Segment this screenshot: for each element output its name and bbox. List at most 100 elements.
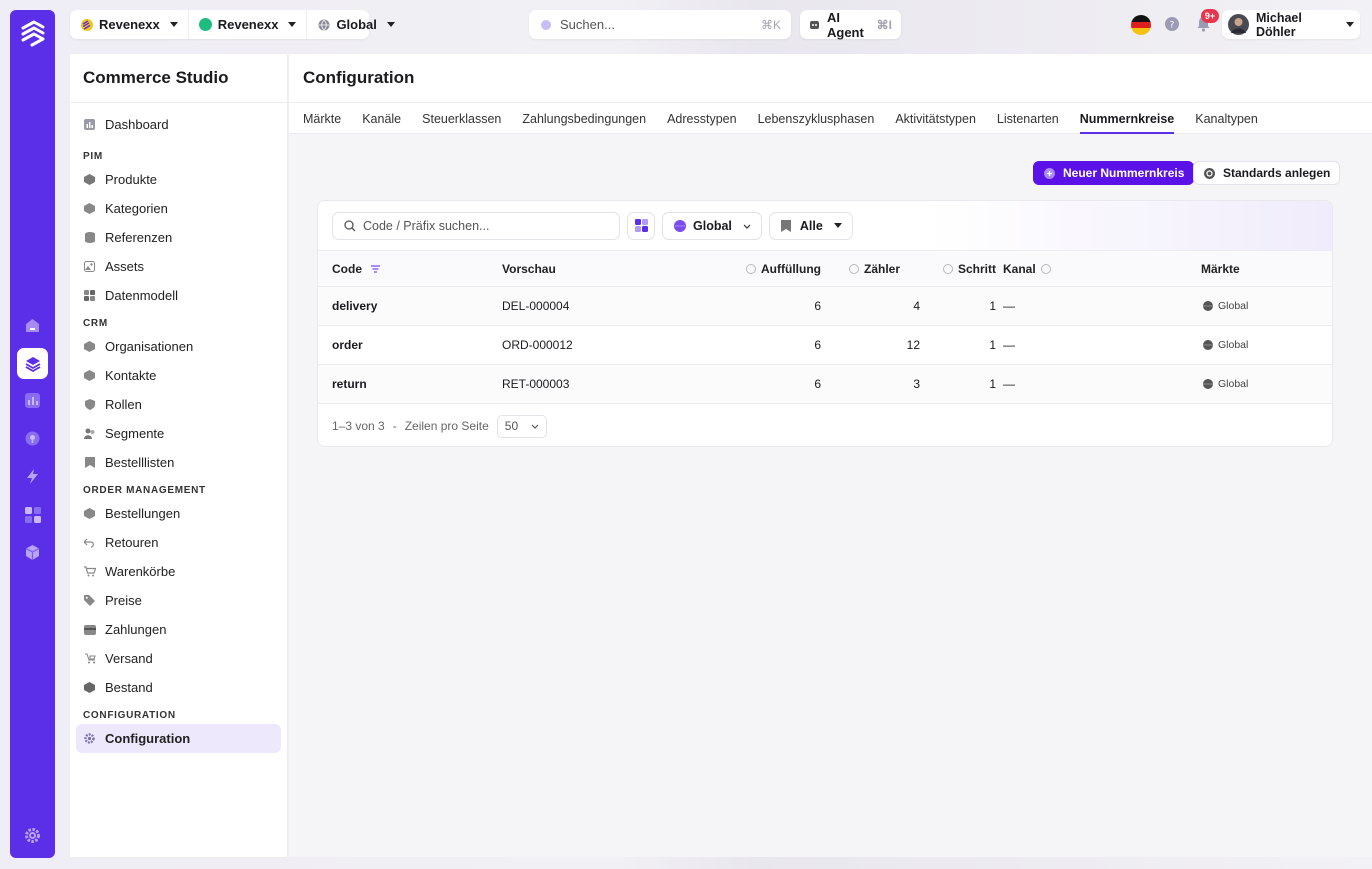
layers-icon[interactable] [17,348,48,379]
cell-padding: 6 [814,377,821,391]
sidebar-item-organisationen[interactable]: Organisationen [76,332,281,361]
cell-channel: — [1003,377,1015,391]
table-row[interactable]: order ORD-000012 6 12 1 — Global [318,326,1332,365]
view-toggle-button[interactable] [627,211,655,240]
sidebar-item-bestand[interactable]: Bestand [76,673,281,702]
sidebar-item-preise[interactable]: Preise [76,586,281,615]
scope-selector[interactable]: Global [306,10,404,39]
app-logo-icon[interactable] [18,18,47,47]
tab-aktivitaetstypen[interactable]: Aktivitätstypen [895,103,976,134]
tab-nummernkreise[interactable]: Nummernkreise [1079,103,1174,134]
image-icon [83,260,96,273]
tenant-selector-2[interactable]: Revenexx [187,10,307,39]
rows-per-page-select[interactable]: 50 [496,414,547,438]
sort-icon[interactable] [369,262,382,275]
package-icon [83,507,96,520]
table-row[interactable]: return RET-000003 6 3 1 — Global [318,365,1332,404]
cube-icon[interactable] [17,537,48,568]
global-search[interactable]: Suchen... ⌘K [529,10,791,39]
sidebar-item-kontakte[interactable]: Kontakte [76,361,281,390]
new-number-range-button[interactable]: Neuer Nummernkreis [1033,161,1195,185]
cell-code[interactable]: order [318,338,502,352]
globe-icon [317,18,330,31]
sidebar-item-segmente[interactable]: Segmente [76,419,281,448]
sidebar-item-assets[interactable]: Assets [76,252,281,281]
user-menu[interactable]: Michael Döhler [1222,10,1360,39]
tab-lebenszyklusphasen[interactable]: Lebenszyklusphasen [758,103,875,134]
sidebar-item-produkte[interactable]: Produkte [76,165,281,194]
col-counter-label: Zähler [864,261,901,276]
cell-code[interactable]: return [318,377,502,391]
language-flag-icon[interactable] [1131,15,1151,35]
status-filter-dropdown[interactable]: Alle [768,211,853,240]
sidebar-item-rollen[interactable]: Rollen [76,390,281,419]
cell-step: 1 [989,299,996,313]
cube-icon [83,173,96,186]
sidebar-item-bestellungen[interactable]: Bestellungen [76,499,281,528]
sidebar-item-label: Assets [105,259,145,274]
rows-per-page-value: 50 [504,419,519,433]
pagination-range: 1–3 von 3 [332,419,385,433]
users-icon [83,427,96,440]
sidebar-section-crm: CRM [83,318,108,329]
rows-per-page-label: Zeilen pro Seite [404,419,489,433]
sidebar-item-warenkoerbe[interactable]: Warenkörbe [76,557,281,586]
sidebar-item-label: Preise [105,593,142,608]
col-code-label: Code [332,261,362,276]
cell-code[interactable]: delivery [318,299,502,313]
tab-kanaltypen[interactable]: Kanaltypen [1195,103,1258,134]
tab-listenarten[interactable]: Listenarten [997,103,1059,134]
database-icon [83,231,96,244]
tab-steuerklassen[interactable]: Steuerklassen [422,103,501,134]
robot-icon [809,18,820,31]
sidebar-item-label: Rollen [105,397,142,412]
cell-counter: 12 [906,338,920,352]
sidebar-item-kategorien[interactable]: Kategorien [76,194,281,223]
sidebar-item-dashboard[interactable]: Dashboard [76,110,281,139]
category-cube-icon [83,202,96,215]
sidebar-item-retouren[interactable]: Retouren [76,528,281,557]
cell-counter: 3 [913,377,920,391]
apps-icon[interactable] [17,499,48,530]
sidebar-section-pim: PIM [83,151,103,162]
table-pagination: 1–3 von 3 - Zeilen pro Seite 50 [318,404,1332,446]
sidebar-item-configuration[interactable]: Configuration [76,724,281,753]
col-counter: Zähler [821,262,920,276]
scope-filter-dropdown[interactable]: Global [662,211,762,240]
home-icon[interactable] [17,310,48,341]
tenant-selector-1[interactable]: Revenexx [70,10,188,39]
help-icon[interactable]: ? [1165,17,1179,31]
sidebar-item-bestelllisten[interactable]: Bestelllisten [76,448,281,477]
status-filter-value: Alle [799,218,823,233]
sidebar-item-zahlungen[interactable]: Zahlungen [76,615,281,644]
cell-counter: 4 [913,299,920,313]
sidebar-item-datenmodell[interactable]: Datenmodell [76,281,281,310]
col-step: Schritt [920,262,996,276]
lightning-icon[interactable] [17,461,48,492]
analytics-icon[interactable] [17,385,48,416]
settings-gear-icon[interactable] [17,820,48,851]
ai-agent-label: AI Agent [827,9,864,40]
cart-icon [83,565,96,578]
search-icon [343,219,356,232]
globe-icon [1201,300,1214,313]
create-defaults-button[interactable]: Standards anlegen [1193,161,1341,185]
sidebar-item-referenzen[interactable]: Referenzen [76,223,281,252]
table-row[interactable]: delivery DEL-000004 6 4 1 — Global [318,287,1332,326]
tab-maerkte[interactable]: Märkte [303,103,341,134]
sidebar-item-versand[interactable]: Versand [76,644,281,673]
ai-agent-button[interactable]: AI Agent ⌘I [800,9,901,40]
inventory-icon [83,681,96,694]
chevron-down-icon [386,22,395,27]
location-icon[interactable] [17,423,48,454]
code-search-input[interactable]: Code / Präfix suchen... [332,211,620,240]
tab-zahlungsbedingungen[interactable]: Zahlungsbedingungen [522,103,646,134]
tab-adresstypen[interactable]: Adresstypen [667,103,736,134]
sidebar-item-label: Kontakte [105,368,157,383]
cell-padding: 6 [814,299,821,313]
return-arrow-icon [83,536,96,549]
gear-icon [83,732,96,745]
tab-kanaele[interactable]: Kanäle [362,103,401,134]
col-markets: Märkte [1201,261,1240,276]
col-code[interactable]: Code [318,262,502,276]
